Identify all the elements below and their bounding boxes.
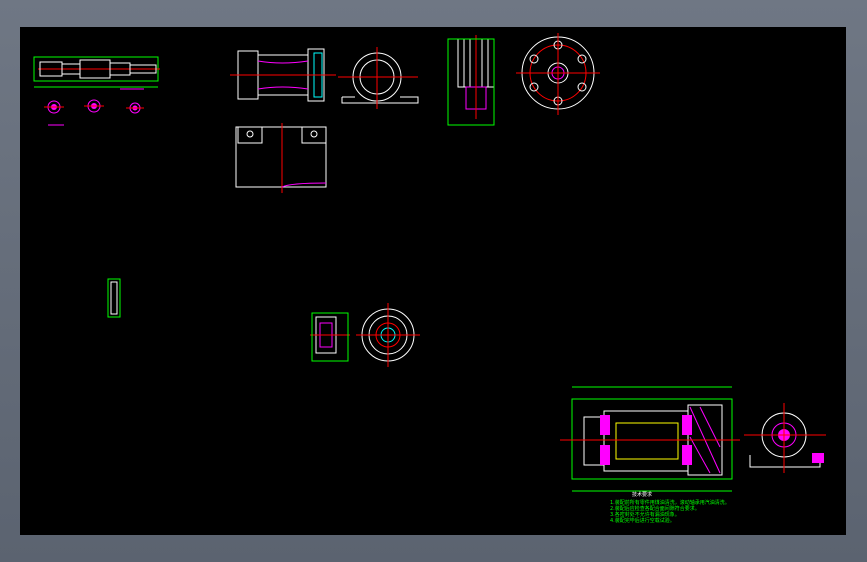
pillow-block-end-view	[338, 47, 419, 109]
cad-model-space[interactable]: 技术要求 1.装配前所有零件用煤油清洗，滚动轴承用汽油清洗。 2.装配后应检查各…	[20, 27, 846, 535]
technical-requirements-title: 技术要求	[632, 492, 653, 498]
gear-section-view	[447, 35, 495, 126]
sleeve-top-view	[235, 123, 327, 193]
assembly-drawing	[560, 386, 826, 492]
bearing-cap-views	[310, 303, 420, 367]
key-part	[107, 278, 121, 318]
flange-end-view	[516, 33, 600, 115]
sleeve-front-view	[230, 48, 336, 102]
technical-note-4: 4.装配完毕后进行空载试验。	[610, 518, 675, 524]
drawing-sheet	[33, 33, 826, 492]
shaft-drawing	[33, 56, 160, 126]
